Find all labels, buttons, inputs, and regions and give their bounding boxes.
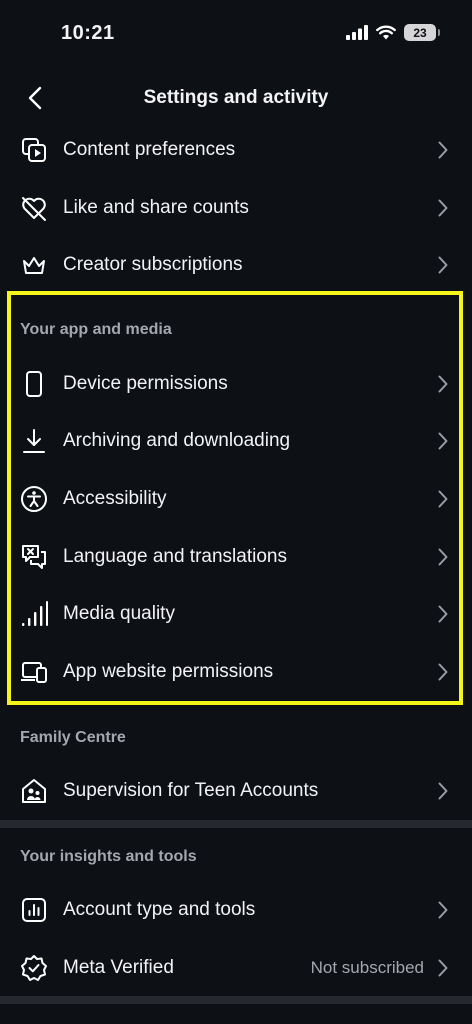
signal-bars-icon (18, 598, 50, 630)
accessibility-icon (18, 483, 50, 515)
download-icon (18, 425, 50, 457)
chart-icon (18, 894, 50, 926)
settings-row-media-quality[interactable]: Media quality (0, 585, 472, 643)
section-title-family-centre: Family Centre (20, 729, 126, 746)
row-label: Accessibility (63, 488, 167, 509)
row-label: Like and share counts (63, 197, 249, 218)
row-label: Device permissions (63, 373, 228, 394)
chevron-right-icon (436, 197, 450, 219)
nav-bar: Settings and activity (0, 70, 472, 126)
chevron-right-icon (436, 957, 450, 979)
settings-row-creator-subscriptions[interactable]: Creator subscriptions (0, 236, 472, 294)
chevron-right-icon (436, 139, 450, 161)
meta-verified-status: Not subscribed (310, 958, 424, 977)
status-icons: 23 (346, 24, 440, 41)
chevron-right-icon (436, 661, 450, 683)
settings-row-language-translations[interactable]: Language and translations (0, 528, 472, 586)
chevron-right-icon (436, 603, 450, 625)
language-icon (18, 541, 50, 573)
settings-row-device-permissions[interactable]: Device permissions (0, 355, 472, 413)
content-preferences-icon (18, 134, 50, 166)
row-label: App website permissions (63, 661, 274, 682)
battery-indicator: 23 (404, 24, 440, 41)
row-label: Supervision for Teen Accounts (63, 780, 319, 801)
status-time: 10:21 (61, 22, 115, 44)
section-title-insights-tools: Your insights and tools (20, 848, 197, 865)
row-label: Media quality (63, 603, 175, 624)
settings-row-meta-verified[interactable]: Meta Verified Not subscribed (0, 939, 472, 997)
row-label: Language and translations (63, 546, 287, 567)
settings-row-like-share-counts[interactable]: Like and share counts (0, 179, 472, 237)
settings-row-accessibility[interactable]: Accessibility (0, 470, 472, 528)
row-label: Creator subscriptions (63, 254, 243, 275)
section-divider (0, 996, 472, 1004)
devices-icon (18, 656, 50, 688)
row-label: Archiving and downloading (63, 430, 291, 451)
cellular-signal-icon (346, 25, 368, 40)
crown-icon (18, 249, 50, 281)
row-label: Account type and tools (63, 899, 256, 920)
wifi-icon (376, 25, 396, 40)
chevron-right-icon (436, 430, 450, 452)
settings-row-content-preferences[interactable]: Content preferences (0, 121, 472, 179)
verified-badge-icon (18, 952, 50, 984)
section-divider (0, 820, 472, 828)
row-label: Content preferences (63, 139, 236, 160)
home-people-icon (18, 775, 50, 807)
settings-row-supervision[interactable]: Supervision for Teen Accounts (0, 762, 472, 820)
page-title: Settings and activity (143, 87, 329, 108)
heart-crossed-icon (18, 192, 50, 224)
phone-icon (18, 368, 50, 400)
settings-row-app-website-permissions[interactable]: App website permissions (0, 643, 472, 701)
row-label: Meta Verified (63, 957, 174, 978)
chevron-right-icon (436, 373, 450, 395)
section-title-app-media: Your app and media (20, 321, 172, 338)
chevron-right-icon (436, 546, 450, 568)
settings-row-archiving-downloading[interactable]: Archiving and downloading (0, 412, 472, 470)
settings-row-account-type-tools[interactable]: Account type and tools (0, 881, 472, 939)
chevron-right-icon (436, 780, 450, 802)
chevron-right-icon (436, 899, 450, 921)
chevron-right-icon (436, 488, 450, 510)
status-bar: 10:21 23 (0, 0, 472, 70)
chevron-right-icon (436, 254, 450, 276)
